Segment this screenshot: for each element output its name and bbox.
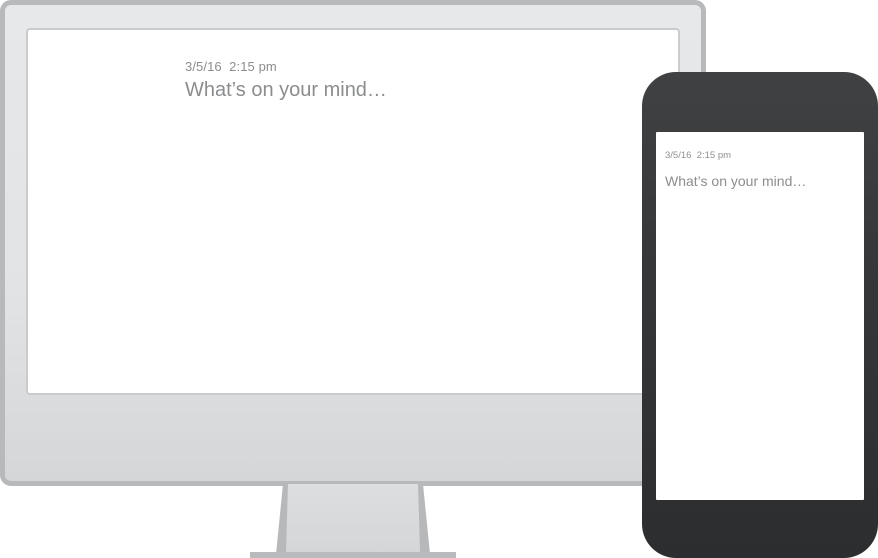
desktop-screen: 3/5/16 2:15 pm What’s on your mind…: [26, 28, 680, 395]
mobile-note-date: 3/5/16 2:15 pm: [665, 150, 732, 161]
monitor-stand-neck-inner: [286, 484, 420, 552]
device-mockup-scene: 3/5/16 2:15 pm What’s on your mind… 3/5/…: [0, 0, 878, 558]
mobile-screen: 3/5/16 2:15 pm What’s on your mind…: [656, 132, 864, 500]
monitor-stand-base: [250, 552, 456, 558]
desktop-note-input[interactable]: What’s on your mind…: [185, 79, 387, 102]
mobile-phone: 3/5/16 2:15 pm What’s on your mind…: [642, 72, 878, 558]
desktop-note-date: 3/5/16 2:15 pm: [185, 59, 277, 74]
desktop-monitor: 3/5/16 2:15 pm What’s on your mind…: [0, 0, 706, 486]
mobile-note-input[interactable]: What’s on your mind…: [665, 173, 806, 189]
